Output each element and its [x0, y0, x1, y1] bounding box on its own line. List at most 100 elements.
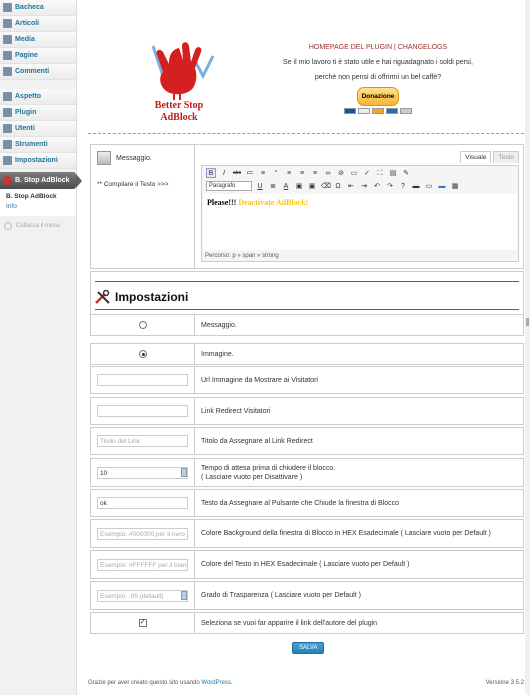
- hr-icon[interactable]: ▬: [411, 181, 421, 191]
- paste-word-icon[interactable]: ▣: [307, 181, 317, 191]
- help-icon[interactable]: ?: [398, 181, 408, 191]
- indent-icon[interactable]: ⇥: [359, 181, 369, 191]
- setting-label: Titolo da Assegnare al Link Redirect: [201, 437, 313, 445]
- text-input[interactable]: [97, 374, 188, 386]
- media-icon: [3, 35, 12, 44]
- card-icon: [386, 108, 398, 114]
- divider: [88, 133, 524, 134]
- sidebar-item-pagine[interactable]: Pagine: [0, 48, 76, 64]
- italic-button[interactable]: I: [219, 168, 229, 178]
- submenu-item-info[interactable]: Info: [6, 202, 76, 212]
- sidebar-item-strumenti[interactable]: Strumenti: [0, 137, 76, 153]
- control-cell: [91, 344, 195, 364]
- toolbar-row-1: B I abc ≔ ≡ “ ≡ ≡ ≡ ∞ ⊘ ▭ ✓ ⛶ ▤ ✎: [202, 166, 518, 179]
- sidebar-item-commenti[interactable]: Commenti: [0, 64, 76, 80]
- label-cell: Messaggio.: [195, 315, 523, 335]
- settings-title: Impostazioni: [115, 290, 189, 304]
- unlink-icon[interactable]: ⊘: [336, 168, 346, 178]
- editor-label-cell: Messaggio. ** Compilare il Testo >>>: [91, 145, 195, 268]
- sidebar-item-media[interactable]: Media: [0, 32, 76, 48]
- outdent-icon[interactable]: ⇤: [346, 181, 356, 191]
- table-icon[interactable]: ▦: [450, 181, 460, 191]
- wordpress-link[interactable]: WordPress: [201, 680, 231, 686]
- link-icon[interactable]: ∞: [323, 168, 333, 178]
- content-bold-text: Please!!!: [207, 198, 237, 207]
- sidebar-item-utenti[interactable]: Utenti: [0, 121, 76, 137]
- blockquote-icon[interactable]: “: [271, 168, 281, 178]
- settings-row: Immagine.: [90, 343, 524, 365]
- footer: Grazie per aver creato questo sito usand…: [88, 680, 524, 686]
- stepper-input[interactable]: Esempio: .95 (default): [97, 589, 188, 602]
- sidebar-item-bacheca[interactable]: Bacheca: [0, 0, 76, 16]
- insert-row-icon[interactable]: ▭: [424, 181, 434, 191]
- sidebar-item-plugin[interactable]: Plugin: [0, 105, 76, 121]
- sidebar-item-bstop-adblock[interactable]: B. Stop AdBlock: [0, 172, 82, 189]
- scrollbar[interactable]: [525, 0, 530, 695]
- spellcheck-icon[interactable]: ✓: [362, 168, 372, 178]
- scrollbar-thumb[interactable]: [526, 318, 529, 326]
- number-stepper[interactable]: Esempio: .95 (default): [97, 589, 188, 602]
- save-button[interactable]: SALVA: [292, 642, 325, 654]
- pencil-icon[interactable]: ✎: [401, 168, 411, 178]
- bold-button[interactable]: B: [206, 167, 216, 178]
- label-cell: Grado di Trasparenza ( Lasciare vuoto pe…: [195, 582, 523, 609]
- text-color-icon[interactable]: A: [281, 181, 291, 191]
- donate-button[interactable]: Donazione: [356, 87, 400, 106]
- tab-text[interactable]: Testo: [493, 151, 519, 163]
- control-cell: ok: [91, 490, 195, 516]
- text-input[interactable]: Titolo del Link: [97, 435, 188, 447]
- stepper-input[interactable]: 10: [97, 466, 188, 479]
- label-cell: Url Immagine da Mostrare ai Visitatori: [195, 367, 523, 393]
- tab-visual[interactable]: Visuale: [460, 151, 492, 163]
- header-line2: perchè non pensi di offrirmi un bel caff…: [314, 74, 442, 81]
- editor-hint: ** Compilare il Testo >>>: [97, 181, 169, 188]
- kitchen-sink-icon[interactable]: ▤: [388, 168, 398, 178]
- logo-text-line1: Better Stop: [155, 100, 204, 111]
- undo-icon[interactable]: ↶: [372, 181, 382, 191]
- underline-button[interactable]: U: [255, 181, 265, 191]
- format-select[interactable]: Paragrafo: [206, 180, 252, 191]
- sidebar-item-articoli[interactable]: Articoli: [0, 16, 76, 32]
- submenu-item-bstop[interactable]: B. Stop AdBlock: [6, 192, 76, 202]
- align-right-icon[interactable]: ≡: [310, 168, 320, 178]
- sidebar-item-label: Pagine: [15, 52, 38, 59]
- strikethrough-button[interactable]: abc: [232, 168, 242, 178]
- sidebar-item-label: Bacheca: [15, 4, 44, 11]
- text-input[interactable]: [97, 405, 188, 417]
- special-char-icon[interactable]: Ω: [333, 181, 343, 191]
- fullscreen-icon[interactable]: ⛶: [375, 168, 385, 178]
- numbered-list-icon[interactable]: ≡: [258, 168, 268, 178]
- redo-icon[interactable]: ↷: [385, 181, 395, 191]
- radio-button[interactable]: [138, 321, 147, 329]
- text-input[interactable]: Esempio: #000000 per il nero: [97, 527, 188, 540]
- sidebar-item-aspetto[interactable]: Aspetto: [0, 89, 76, 105]
- setting-label: Testo da Assegnare al Pulsante che Chiud…: [201, 499, 400, 507]
- justify-icon[interactable]: ≣: [268, 181, 278, 191]
- label-cell: Colore del Testo in HEX Esadecimale ( La…: [195, 551, 523, 578]
- sidebar-item-impostazioni[interactable]: Impostazioni: [0, 153, 76, 169]
- settings-row: ✓ Seleziona se vuoi far apparire il link …: [90, 612, 524, 634]
- number-stepper[interactable]: 10: [97, 466, 188, 479]
- editor-content[interactable]: Please!!! Deactivate AdBlock!: [203, 194, 517, 250]
- clear-format-icon[interactable]: ⌫: [320, 181, 331, 191]
- plugin-links[interactable]: HOMEPAGE DEL PLUGIN | CHANGELOGS: [309, 44, 447, 51]
- stepper-arrows-icon[interactable]: [181, 590, 187, 600]
- author-link-checkbox[interactable]: ✓: [138, 619, 147, 627]
- paste-text-icon[interactable]: ▣: [294, 181, 304, 191]
- text-input[interactable]: ok: [97, 497, 188, 509]
- card-icon: [344, 108, 356, 114]
- align-left-icon[interactable]: ≡: [284, 168, 294, 178]
- control-cell: Esempio: #000000 per il nero: [91, 520, 195, 547]
- label-cell: Link Redirect Visitatori: [195, 398, 523, 424]
- settings-section: Impostazioni: [90, 271, 524, 315]
- setting-label: Grado di Trasparenza ( Lasciare vuoto pe…: [201, 592, 361, 599]
- text-input[interactable]: Esempio: #FFFFFF per il bianco: [97, 558, 188, 571]
- collapse-menu-button[interactable]: Collassa il menu: [0, 222, 76, 230]
- align-center-icon[interactable]: ≡: [297, 168, 307, 178]
- insert-media-icon[interactable]: ▬: [437, 181, 447, 191]
- radio-button[interactable]: [138, 350, 147, 358]
- stepper-arrows-icon[interactable]: [181, 467, 187, 477]
- pin-icon: [3, 19, 12, 28]
- more-tag-icon[interactable]: ▭: [349, 168, 359, 178]
- bullet-list-icon[interactable]: ≔: [245, 168, 255, 178]
